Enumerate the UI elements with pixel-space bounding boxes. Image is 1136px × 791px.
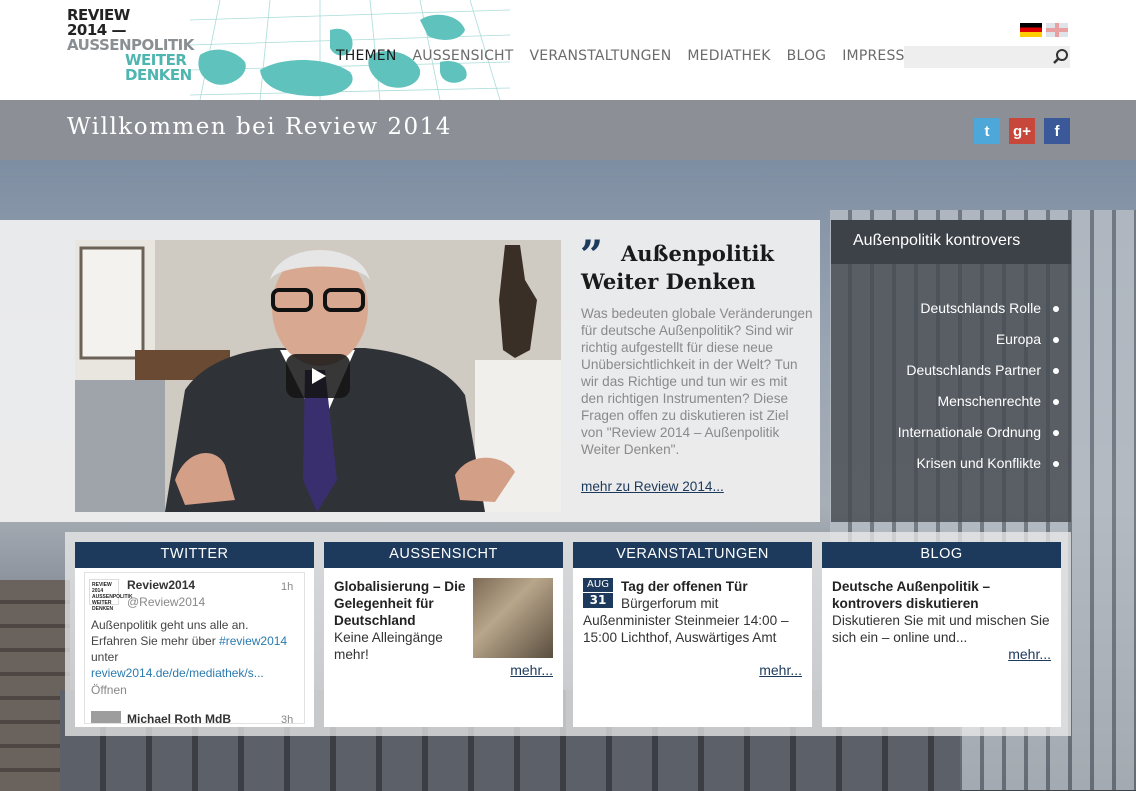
aussensicht-box-header: AUSSENSICHT [324, 542, 563, 568]
twitter-feed[interactable]: REVIEW 2014 AUSSENPOLITIK WEITER DENKEN … [84, 572, 305, 724]
blog-box-header: BLOG [822, 542, 1061, 568]
bullet-icon [1053, 337, 1059, 344]
avatar[interactable]: REVIEW 2014 AUSSENPOLITIK WEITER DENKEN [89, 579, 133, 612]
aussensicht-image[interactable] [473, 578, 553, 658]
topic-item[interactable]: Internationale Ordnung [898, 424, 1059, 455]
blog-box-body: Deutsche Außenpolitik – kontrovers disku… [822, 568, 1061, 646]
topic-label: Europa [995, 331, 1041, 347]
veranstaltungen-box: VERANSTALTUNGEN AUG 31 Tag der offenen T… [573, 542, 812, 727]
german-flag-icon[interactable] [1020, 23, 1042, 37]
topic-item[interactable]: Menschenrechte [898, 393, 1059, 424]
feature-text: Was bedeuten globale Veränderungen für d… [581, 306, 813, 457]
feature-title: Außenpolitik Weiter Denken [581, 241, 775, 294]
logo-line-denken: DENKEN [125, 66, 192, 84]
tweet-time[interactable]: 3h [281, 714, 293, 723]
controversial-topics-panel: Außenpolitik kontrovers Deutschlands Rol… [831, 220, 1071, 522]
topic-label: Krisen und Konflikte [916, 455, 1041, 471]
topic-label: Deutschlands Rolle [920, 300, 1041, 316]
tweet-text: Außenpolitik geht uns alle an. Erfahren … [91, 617, 291, 681]
aussensicht-text: Keine Alleingänge mehr! [334, 630, 443, 662]
facebook-icon[interactable]: f [1044, 118, 1070, 144]
event-title[interactable]: Tag der offenen Tür [583, 578, 802, 595]
bullet-icon [1053, 461, 1059, 468]
google-plus-icon[interactable]: g+ [1009, 118, 1035, 144]
uk-flag-icon[interactable] [1046, 23, 1068, 37]
topic-item[interactable]: Europa [898, 331, 1059, 362]
topic-item[interactable]: Deutschlands Partner [898, 362, 1059, 393]
topic-label: Deutschlands Partner [906, 362, 1041, 378]
event-text-content: Bürgerforum mit Außenminister Steinmeier… [583, 596, 789, 645]
veranstaltungen-more-link[interactable]: mehr... [759, 662, 802, 678]
feature-more-link[interactable]: mehr zu Review 2014... [581, 479, 724, 494]
search-icon[interactable] [1052, 48, 1070, 66]
video-player[interactable] [75, 240, 561, 512]
tweet-text-part: unter [91, 650, 119, 664]
topic-item[interactable]: Krisen und Konflikte [898, 455, 1059, 486]
bullet-icon [1053, 368, 1059, 375]
nav-item-aussensicht[interactable]: AUSSENSICHT [413, 48, 514, 64]
event-text: Bürgerforum mit Außenminister Steinmeier… [583, 595, 802, 646]
nav-item-veranstaltungen[interactable]: VERANSTALTUNGEN [530, 48, 672, 64]
aussensicht-box: AUSSENSICHT Globalisierung – Die Gelegen… [324, 542, 563, 727]
bullet-icon [1053, 430, 1059, 437]
search-input[interactable] [904, 46, 1070, 68]
bullet-icon [1053, 399, 1059, 406]
veranstaltungen-box-header: VERANSTALTUNGEN [573, 542, 812, 568]
tweet-time[interactable]: 1h [281, 581, 293, 593]
play-button[interactable] [286, 354, 350, 398]
page-title: Willkommen bei Review 2014 [67, 114, 452, 140]
avatar[interactable] [91, 711, 121, 723]
aussensicht-more-link[interactable]: mehr... [510, 662, 553, 678]
tweet-author-name[interactable]: Michael Roth MdB [127, 712, 231, 723]
twitter-box: TWITTER REVIEW 2014 AUSSENPOLITIK WEITER… [75, 542, 314, 727]
tweet-url-link[interactable]: review2014.de/de/mediathek/s... [91, 666, 264, 680]
nav-item-themen[interactable]: THEMEN [336, 48, 397, 64]
aussensicht-title[interactable]: Globalisierung – Die Gelegenheit für Deu… [334, 578, 472, 629]
site-header: REVIEW 2014 — AUSSENPOLITIK WEITER DENKE… [0, 0, 1136, 100]
tweet-open-link[interactable]: Öffnen [91, 683, 127, 697]
tweet-author-name[interactable]: Review2014 [127, 578, 195, 592]
nav-item-mediathek[interactable]: MEDIATHEK [687, 48, 770, 64]
topic-label: Menschenrechte [937, 393, 1041, 409]
language-switcher [1020, 23, 1068, 37]
twitter-box-header: TWITTER [75, 542, 314, 568]
play-icon [312, 368, 326, 384]
site-logo[interactable]: REVIEW 2014 — AUSSENPOLITIK WEITER DENKE… [67, 8, 194, 84]
main-nav: THEMEN AUSSENSICHT VERANSTALTUNGEN MEDIA… [336, 48, 927, 64]
topic-item[interactable]: Deutschlands Rolle [898, 300, 1059, 331]
veranstaltungen-box-body: Tag der offenen Tür Bürgerforum mit Auße… [573, 568, 812, 646]
twitter-icon[interactable]: t [974, 118, 1000, 144]
tweet-author-handle[interactable]: @Review2014 [127, 595, 205, 609]
welcome-bar: Willkommen bei Review 2014 t g+ f [0, 100, 1136, 160]
nav-item-blog[interactable]: BLOG [787, 48, 827, 64]
side-panel-title: Außenpolitik kontrovers [831, 220, 1071, 264]
blog-text: Diskutieren Sie mit und mischen Sie sich… [832, 613, 1050, 645]
blog-title[interactable]: Deutsche Außenpolitik – kontrovers disku… [832, 578, 1051, 612]
blog-box: BLOG Deutsche Außenpolitik – kontrovers … [822, 542, 1061, 727]
bullet-icon [1053, 306, 1059, 313]
topic-list: Deutschlands Rolle Europa Deutschlands P… [898, 300, 1059, 486]
tweet-hashtag-link[interactable]: #review2014 [219, 634, 287, 648]
blog-more-link[interactable]: mehr... [1008, 646, 1051, 662]
topic-label: Internationale Ordnung [897, 424, 1041, 440]
